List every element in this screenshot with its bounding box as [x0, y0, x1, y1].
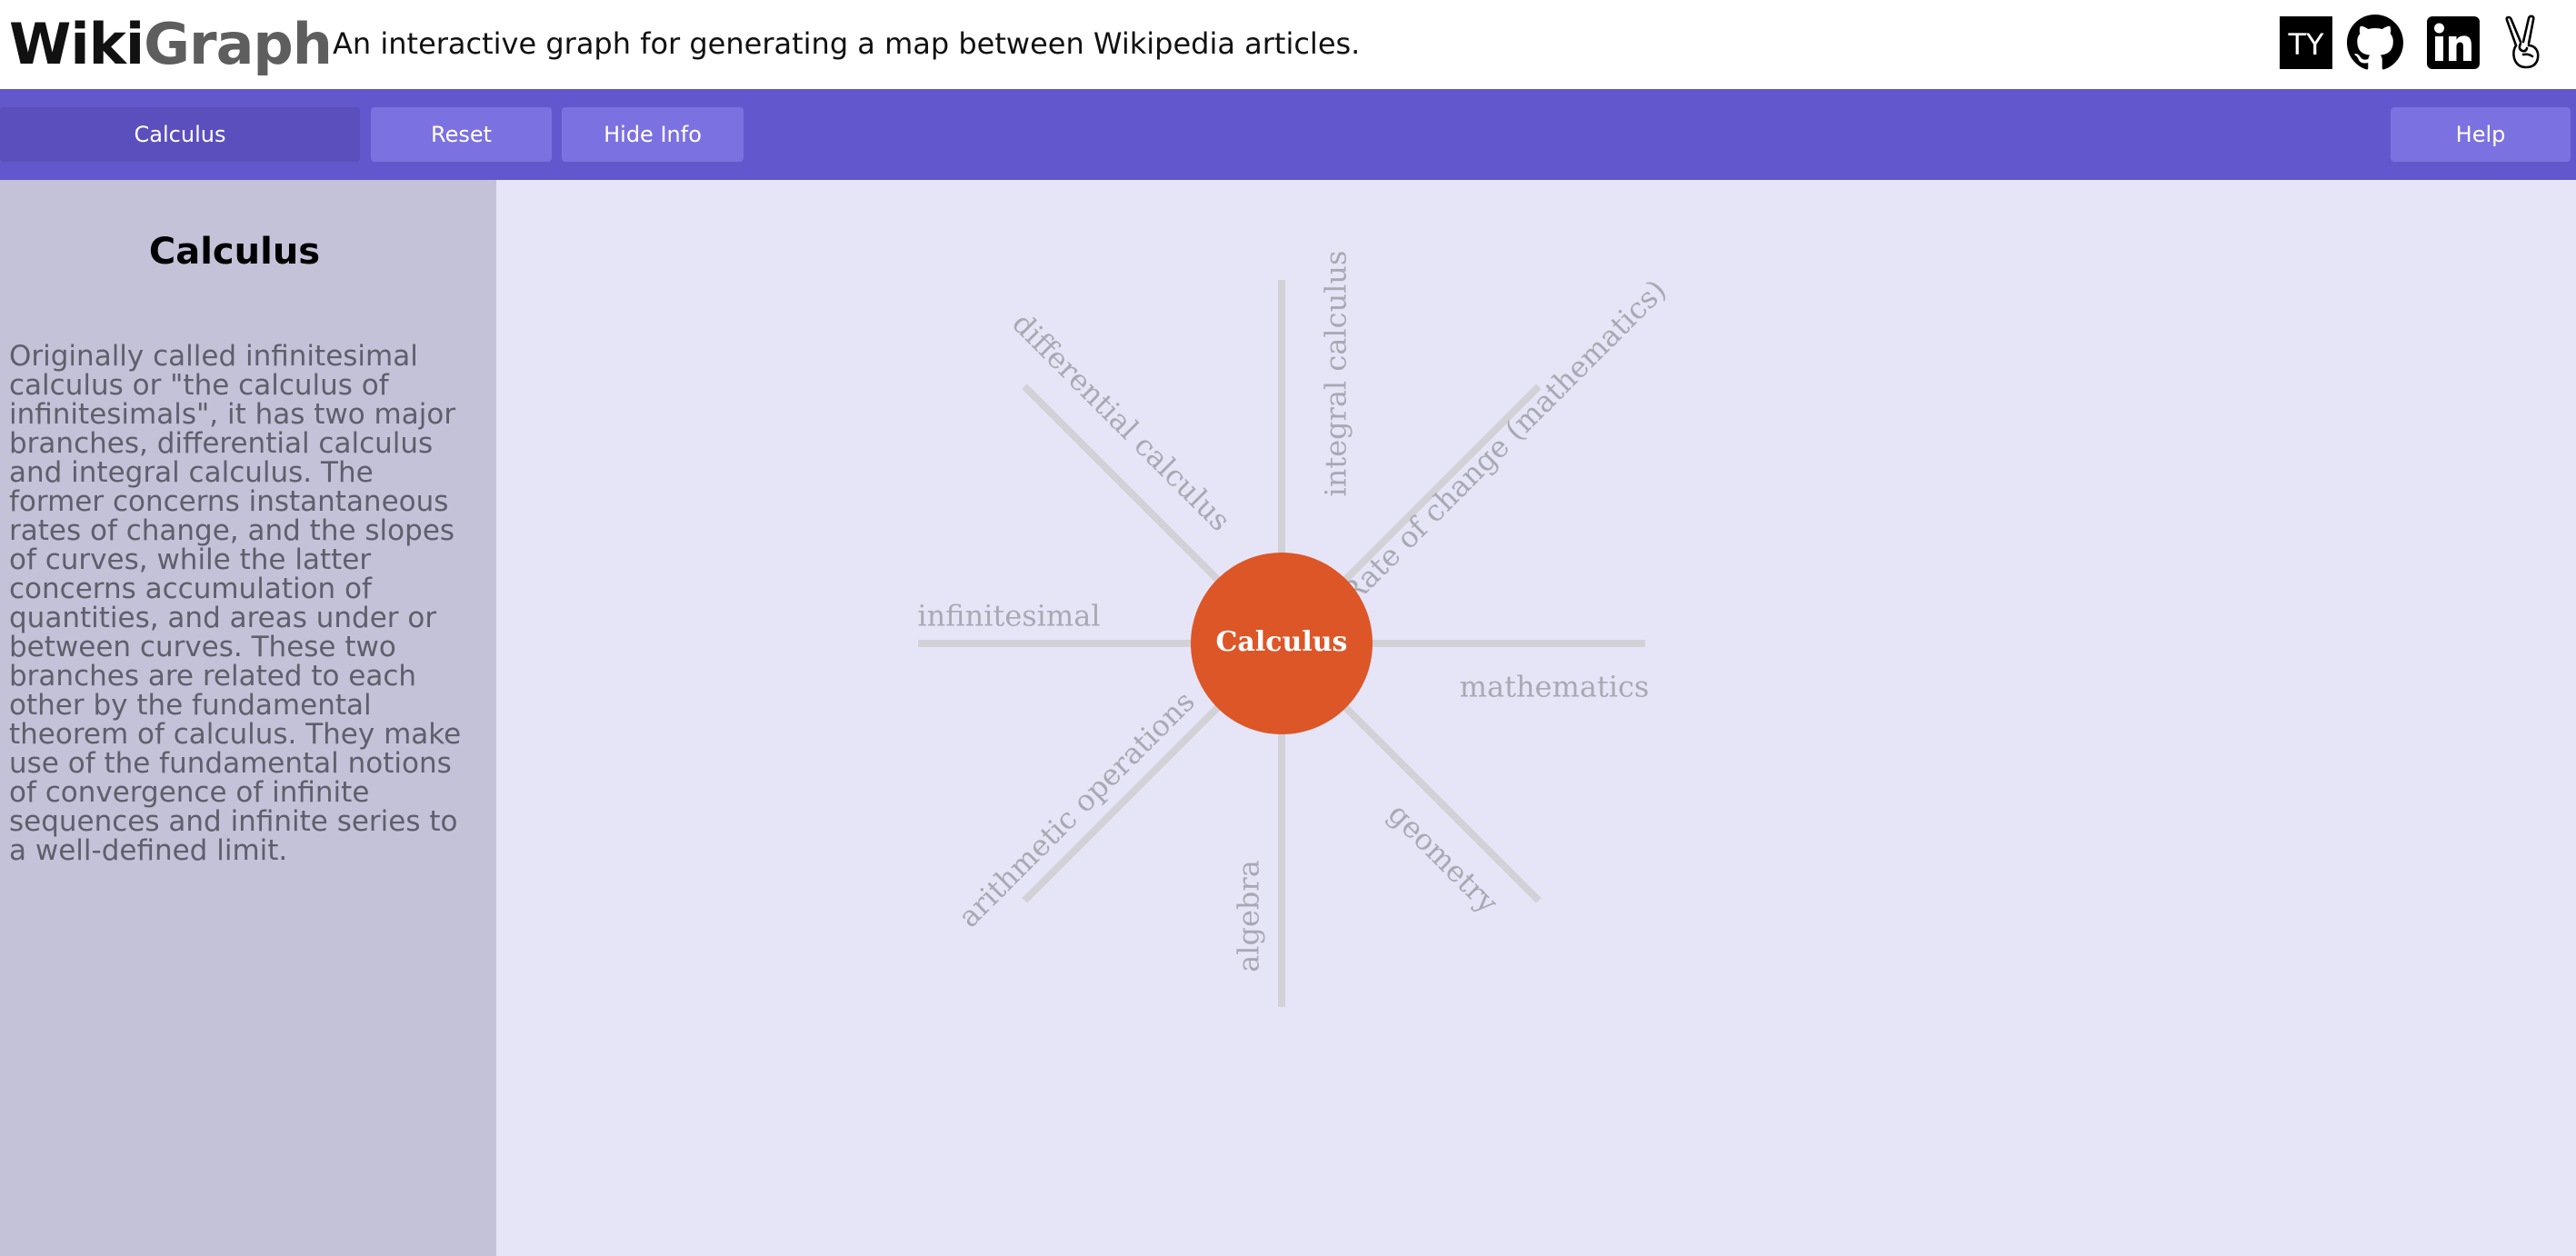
hide-info-button[interactable]: Hide Info — [562, 107, 744, 162]
search-topic-button[interactable]: Calculus — [0, 107, 360, 162]
help-button[interactable]: Help — [2391, 107, 2571, 162]
ty-logo-icon[interactable]: TY — [2278, 15, 2334, 71]
graph-svg[interactable]: integral calculusRate of change (mathema… — [496, 180, 2576, 1256]
toolbar: Calculus Reset Hide Info Help — [0, 89, 2576, 180]
graph-canvas[interactable]: integral calculus Rate of change (mathema… — [496, 180, 2576, 1256]
logo-graph-text: Graph — [144, 11, 333, 77]
app-header: WikiGraph An interactive graph for gener… — [0, 0, 2576, 89]
peace-hand-icon[interactable] — [2496, 15, 2552, 71]
graph-node-label[interactable]: Rate of change (mathematics) — [1334, 273, 1672, 611]
app-tagline: An interactive graph for generating a ma… — [333, 26, 1361, 61]
graph-node-label[interactable]: infinitesimal — [917, 599, 1100, 633]
graph-node-label[interactable]: arithmetic operations — [952, 684, 1202, 934]
github-icon[interactable] — [2347, 15, 2403, 71]
ty-logo-text: TY — [2287, 27, 2324, 62]
graph-node-label[interactable]: mathematics — [1460, 670, 1650, 704]
graph-node-label[interactable]: geometry — [1382, 796, 1505, 920]
reset-button[interactable]: Reset — [371, 107, 552, 162]
article-title: Calculus — [148, 231, 321, 273]
graph-node-label[interactable]: differential calculus — [1005, 306, 1237, 538]
logo-wiki-text: Wiki — [9, 11, 145, 77]
article-summary: Originally called infinitesimal calculus… — [9, 340, 462, 867]
graph-node-label[interactable]: algebra — [1232, 860, 1266, 972]
app-logo[interactable]: WikiGraph — [9, 11, 333, 78]
center-node-label[interactable]: Calculus — [1216, 626, 1348, 658]
info-sidebar: Calculus Originally called infinitesimal… — [0, 180, 496, 1256]
graph-node-label[interactable]: integral calculus — [1319, 251, 1353, 497]
linkedin-icon[interactable] — [2425, 15, 2481, 71]
